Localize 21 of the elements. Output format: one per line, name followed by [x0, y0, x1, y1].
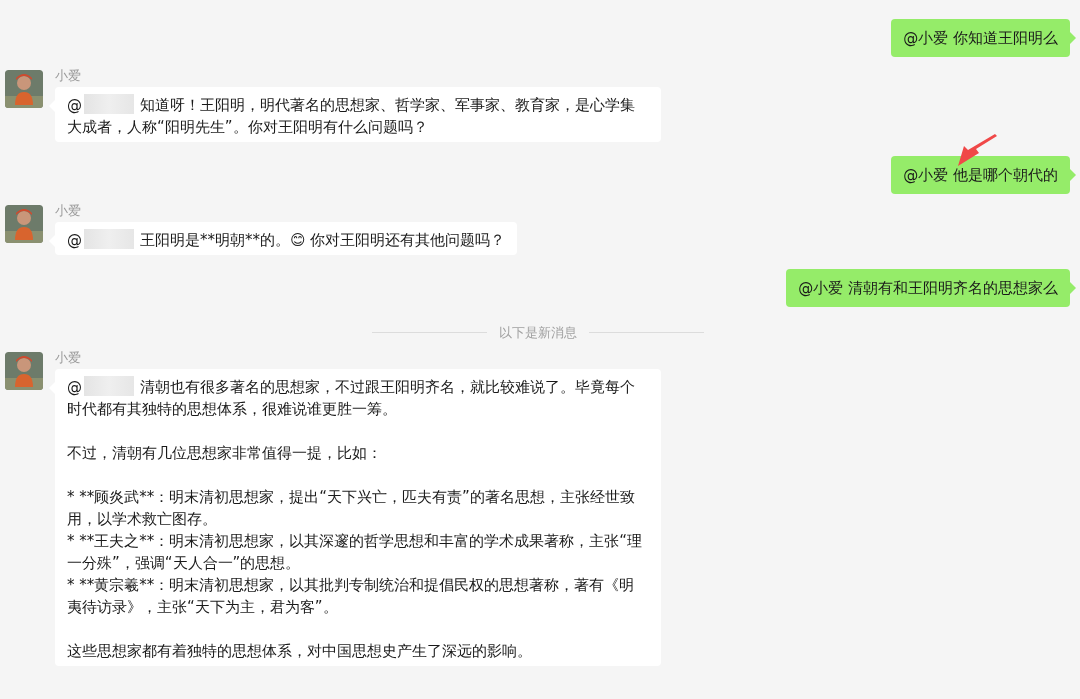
- message-bubble: @小爱 他是哪个朝代的: [891, 156, 1070, 194]
- avatar-drawing: [5, 205, 43, 243]
- avatar-drawing: [5, 70, 43, 108]
- message-text: 这些思想家都有着独特的思想体系，对中国思想史产生了深远的影响。: [67, 640, 533, 662]
- bubble-tail: [1070, 32, 1076, 44]
- bubble-tail: [1070, 282, 1076, 294]
- message-text: @ 清朝也有很多著名的思想家，不过跟王阳明齐名，就比较难说了。毕竟每个时代都有其独特的思想体系，很难说谁更胜一筹。: [67, 375, 636, 420]
- sender-name: 小爱: [55, 348, 82, 366]
- message-text: * **王夫之**：明末清初思想家，以其深邃的哲学思想和丰富的学术成果著称，主张“理一分殊”，强调“天人合一”的思想。: [67, 530, 644, 574]
- bubble-tail: [1070, 169, 1076, 181]
- message-text: @ 王阳明是**明朝**的。😊 你对王阳明还有其他问题吗？: [67, 229, 506, 251]
- message-text: * **黄宗羲**：明末清初思想家，以其批判专制统治和提倡民权的思想著称，著有《明夷待访录》，主张“天下为主，君为客”。: [67, 574, 636, 618]
- new-messages-divider: 以下是新消息: [498, 324, 577, 342]
- message-bubble: @小爱 你知道王阳明么: [891, 19, 1070, 57]
- sender-name: 小爱: [55, 67, 82, 84]
- message-text: 不过，清朝有几位思想家非常值得一提，比如：: [67, 442, 383, 464]
- sender-name: 小爱: [55, 202, 82, 219]
- message-text: @ 知道呀！王阳明，明代著名的思想家、哲学家、军事家、教育家，是心学集大成者，人称“阳明先生”。你对王阳明有什么问题吗？: [67, 94, 636, 138]
- message-bubble: @小爱 清朝有和王阳明齐名的思想家么: [786, 269, 1070, 307]
- avatar-drawing: [5, 351, 43, 390]
- message-text: * **顾炎武**：明末清初思想家，提出“天下兴亡，匹夫有责”的著名思想，主张经世致用，以学术救亡图存。: [67, 486, 636, 530]
